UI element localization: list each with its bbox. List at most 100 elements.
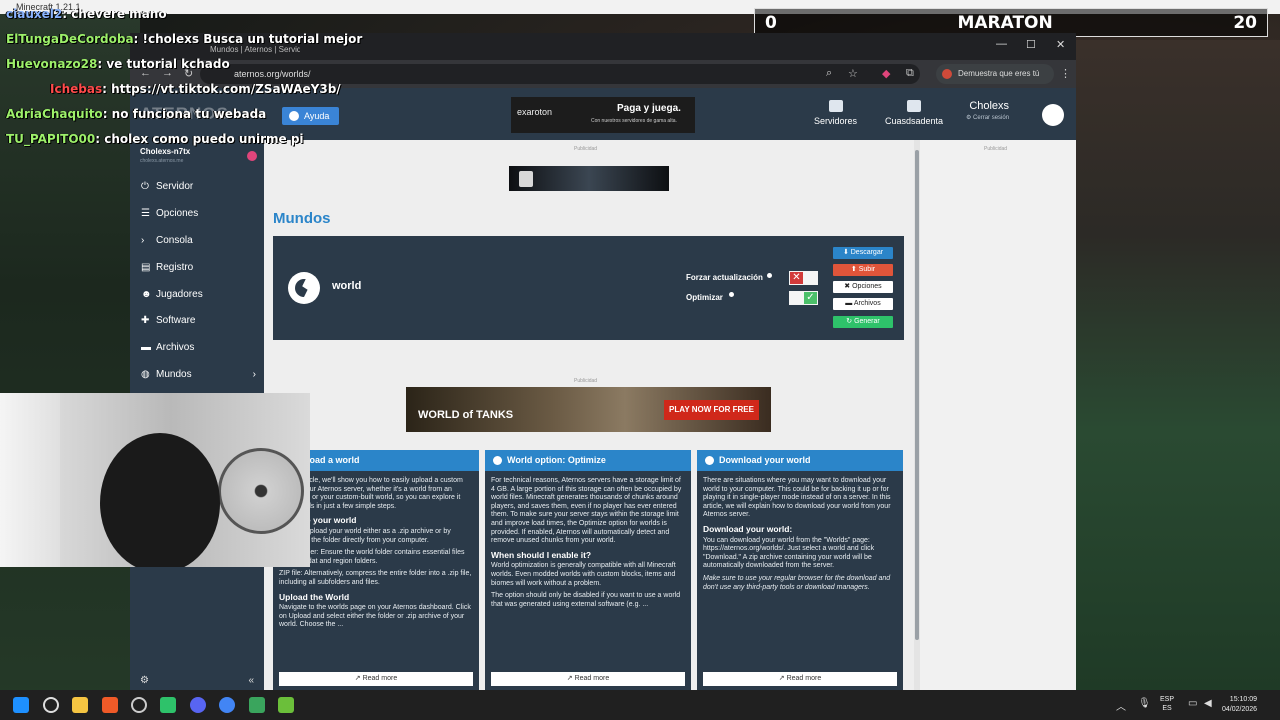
sidebar-item-registro[interactable]: ▤ Registro xyxy=(130,255,264,281)
minimize-icon[interactable]: — xyxy=(996,38,1007,50)
server-name[interactable]: Cholexs-n7tx cholexs.aternos.me xyxy=(140,147,190,164)
windows-start-icon[interactable] xyxy=(13,697,29,713)
prove-human-label: Demuestra que eres tú xyxy=(958,69,1040,78)
x-icon: ✕ xyxy=(790,272,803,284)
force-update-toggle[interactable]: ✕ xyxy=(789,271,818,285)
search-icon[interactable]: ⌕ xyxy=(826,67,832,80)
sidebar-item-label: Software xyxy=(156,315,196,326)
search-icon[interactable] xyxy=(43,697,59,713)
extensions-icon[interactable]: ⧉ xyxy=(906,67,914,80)
puzzle-icon: ✚ xyxy=(141,315,150,326)
nav-account[interactable]: Cuasdsadenta xyxy=(885,100,943,126)
read-more-button[interactable]: ↗ Read more xyxy=(279,672,473,686)
score-left: 0 xyxy=(765,12,777,33)
chat-line: ciauxel2: chevere mano xyxy=(6,7,167,21)
chat-line: Huevonazo28: ve tutorial kchado xyxy=(6,57,230,71)
help-icon xyxy=(289,111,299,121)
banner-ad-wot[interactable]: WORLD of TANKS PLAY NOW FOR FREE xyxy=(406,387,771,432)
sidebar-item-consola[interactable]: › Consola xyxy=(130,228,264,254)
network-icon[interactable]: ▭ xyxy=(1188,698,1197,709)
star-icon[interactable]: ☆ xyxy=(848,67,858,80)
language-indicator[interactable]: ESP ES xyxy=(1160,695,1174,713)
article-title[interactable]: Download your world xyxy=(697,450,903,471)
maximize-icon[interactable]: ☐ xyxy=(1026,38,1036,51)
users-icon: ☻ xyxy=(141,289,152,300)
document-icon: ▤ xyxy=(141,262,151,273)
sidebar-item-mundos[interactable]: ◍ Mundos › xyxy=(130,362,264,388)
help-label: Ayuda xyxy=(304,111,330,121)
file-explorer-icon[interactable] xyxy=(72,697,88,713)
brave-icon[interactable] xyxy=(102,697,118,713)
minecraft-launcher-icon[interactable] xyxy=(278,697,294,713)
nav-servers[interactable]: Servidores xyxy=(814,100,857,126)
profile-icon xyxy=(942,69,952,79)
nav-account-label: Cuasdsadenta xyxy=(885,116,944,126)
wot-cta-button[interactable]: PLAY NOW FOR FREE xyxy=(664,400,759,420)
microphone-icon[interactable]: 🎙 xyxy=(1138,698,1151,709)
world-card: world Forzar actualización ✕ Optimizar ✓… xyxy=(273,236,904,340)
banner-ad-top[interactable] xyxy=(509,166,669,191)
address-bar[interactable]: aternos.org/worlds/ xyxy=(200,64,920,84)
discord-icon[interactable] xyxy=(190,697,206,713)
generate-button[interactable]: ↻ Generar xyxy=(833,316,893,328)
exaroton-ad[interactable]: exaroton Paga y juega. Con nuestros serv… xyxy=(511,97,695,133)
xbox-icon[interactable] xyxy=(249,697,265,713)
info-icon[interactable] xyxy=(729,292,734,297)
read-more-button[interactable]: ↗ Read more xyxy=(703,672,897,686)
server-status-icon xyxy=(247,151,257,161)
menu-dots-icon[interactable]: ⋮ xyxy=(1060,67,1071,80)
collapse-icon[interactable]: « xyxy=(248,675,254,686)
volume-icon[interactable]: ◀ xyxy=(1204,698,1212,709)
scrollbar-thumb[interactable] xyxy=(915,150,919,640)
clock[interactable]: 15:10:09 04/02/2026 xyxy=(1222,695,1257,715)
globe-icon: ◍ xyxy=(141,369,150,380)
servers-icon xyxy=(828,100,843,112)
world-name: world xyxy=(332,280,362,292)
chat-line: Ichebas: https://vt.tiktok.com/ZSaWAeY3b… xyxy=(50,82,341,96)
article-body: For technical reasons, Aternos servers h… xyxy=(491,477,682,608)
chrome-icon[interactable] xyxy=(219,697,235,713)
settings-gear-icon[interactable]: ⚙ xyxy=(140,675,149,686)
tray-chevron-icon[interactable]: ︿ xyxy=(1116,698,1126,713)
user-menu[interactable]: Cholexs ⚙ Cerrar sesión xyxy=(966,100,1009,121)
article-card-optimize: World option: Optimize For technical rea… xyxy=(485,450,691,690)
close-icon[interactable]: ✕ xyxy=(1056,38,1065,51)
sidebar-item-jugadores[interactable]: ☻ Jugadores xyxy=(130,282,264,308)
help-button[interactable]: Ayuda xyxy=(282,107,339,125)
info-icon[interactable] xyxy=(767,273,772,278)
force-update-label: Forzar actualización xyxy=(686,273,763,282)
webcam-person xyxy=(100,433,220,567)
avatar[interactable] xyxy=(1042,104,1064,126)
sidebar-item-archivos[interactable]: ▬ Archivos xyxy=(130,335,264,361)
sidebar-item-opciones[interactable]: ☰ Opciones xyxy=(130,201,264,227)
sidebar-item-software[interactable]: ✚ Software xyxy=(130,308,264,334)
sidebar-item-servidor[interactable]: ⏻ Servidor xyxy=(130,174,264,200)
logout-link[interactable]: ⚙ Cerrar sesión xyxy=(966,114,1009,121)
options-button[interactable]: ✖ Opciones xyxy=(833,281,893,293)
upload-button[interactable]: ⬆ Subir xyxy=(833,264,893,276)
ad-sub: Con nuestros servidores de gama alta. xyxy=(591,118,677,124)
prove-human-button[interactable]: Demuestra que eres tú xyxy=(936,64,1054,84)
taskbar: ︿ 🎙 ESP ES ▭ ◀ 15:10:09 04/02/2026 xyxy=(0,690,1280,720)
obs-icon[interactable] xyxy=(131,697,147,713)
optimize-label: Optimizar xyxy=(686,293,723,302)
info-icon xyxy=(705,456,714,465)
download-button[interactable]: ⬇ Descargar xyxy=(833,247,893,259)
read-more-button[interactable]: ↗ Read more xyxy=(491,672,685,686)
globe-icon xyxy=(288,272,320,304)
webcam-overlay xyxy=(0,393,310,567)
terminal-icon: › xyxy=(141,235,145,246)
article-title[interactable]: World option: Optimize xyxy=(485,450,691,471)
optimize-toggle[interactable]: ✓ xyxy=(789,291,818,305)
extension-shield-icon[interactable]: ◆ xyxy=(882,67,890,80)
server-address: cholexs.aternos.me xyxy=(140,158,184,164)
files-button[interactable]: ▬ Archivos xyxy=(833,298,893,310)
ad-space-right: Publicidad xyxy=(920,140,1076,690)
account-icon xyxy=(907,100,922,112)
chat-line: TU_PAPITO00: cholex como puedo unirme pi xyxy=(6,132,304,146)
wot-badge-icon xyxy=(519,171,533,187)
ad-label: Publicidad xyxy=(574,378,598,384)
folder-icon: ▬ xyxy=(141,342,151,353)
app-green-icon[interactable] xyxy=(160,697,176,713)
sidebar-item-label: Archivos xyxy=(156,342,195,353)
